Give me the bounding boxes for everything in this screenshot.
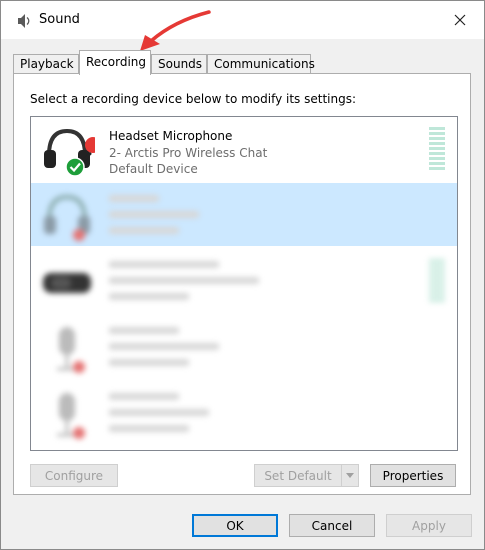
device-status: Default Device: [109, 162, 198, 176]
sound-dialog: Sound Playback Recording Sounds Communic…: [0, 0, 485, 550]
configure-button[interactable]: Configure: [30, 464, 118, 487]
headset-icon: [44, 128, 95, 177]
blurred-text: [109, 227, 179, 234]
level-meter: [429, 127, 445, 175]
tab-recording[interactable]: Recording: [79, 50, 151, 75]
device-name: Headset Microphone: [109, 129, 233, 143]
device-item-blurred[interactable]: [31, 381, 457, 444]
title-bar: Sound: [1, 1, 484, 39]
blurred-text: [109, 211, 199, 218]
tab-playback[interactable]: Playback: [13, 54, 79, 73]
headset-icon: [44, 194, 90, 241]
blurred-text: [109, 195, 159, 202]
speaker-icon: [18, 14, 30, 28]
ok-button[interactable]: OK: [192, 514, 278, 537]
properties-button[interactable]: Properties: [370, 464, 456, 487]
blurred-text: [109, 277, 259, 284]
blurred-text: [109, 327, 179, 334]
tab-communications[interactable]: Communications: [207, 54, 315, 73]
device-item-blurred[interactable]: [31, 183, 457, 246]
close-icon: [454, 14, 466, 26]
cancel-button[interactable]: Cancel: [289, 514, 375, 537]
chevron-down-icon: [346, 473, 354, 478]
set-default-dropdown[interactable]: [341, 464, 359, 487]
instruction-text: Select a recording device below to modif…: [30, 92, 357, 106]
window-title: Sound: [39, 12, 80, 27]
device-description: 2- Arctis Pro Wireless Chat: [109, 146, 268, 160]
device-item-headset-microphone[interactable]: Headset Microphone 2- Arctis Pro Wireles…: [31, 117, 457, 180]
tab-sounds[interactable]: Sounds: [151, 54, 207, 73]
device-icon: [43, 273, 91, 293]
blurred-text: [109, 393, 179, 400]
device-item-blurred[interactable]: [31, 315, 457, 378]
blurred-text: [109, 409, 209, 416]
blurred-text: [109, 293, 189, 300]
close-button[interactable]: [446, 7, 474, 33]
apply-button[interactable]: Apply: [386, 514, 472, 537]
blurred-text: [109, 261, 219, 268]
level-meter: [429, 259, 445, 307]
blurred-text: [109, 343, 219, 350]
microphone-icon: [57, 393, 85, 439]
microphone-icon: [57, 327, 85, 373]
blurred-text: [109, 359, 189, 366]
set-default-button[interactable]: Set Default: [254, 464, 342, 487]
blurred-text: [109, 425, 189, 432]
device-item-blurred[interactable]: [31, 249, 457, 312]
device-list[interactable]: Headset Microphone 2- Arctis Pro Wireles…: [30, 116, 458, 451]
recording-panel: Select a recording device below to modif…: [13, 73, 471, 495]
